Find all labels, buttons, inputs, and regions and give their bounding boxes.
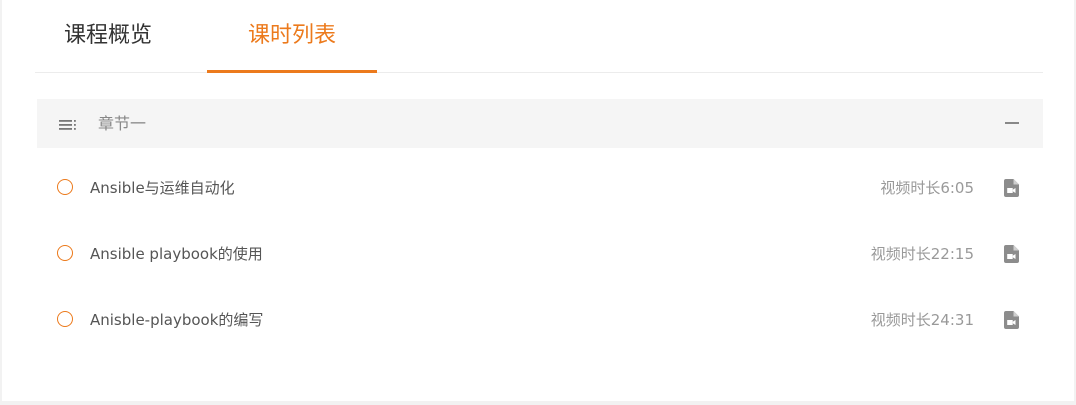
course-card: 课程概览 课时列表 章节一 Ansible与运维自动化 视频时长6:05 Ans… (2, 0, 1074, 401)
lesson-duration: 视频时长22:15 (870, 245, 974, 263)
tab-lesson-list[interactable]: 课时列表 (207, 0, 377, 73)
progress-circle-icon (57, 311, 73, 327)
video-file-icon[interactable] (1004, 311, 1019, 329)
lesson-title: Ansible与运维自动化 (90, 179, 235, 197)
progress-circle-icon (57, 179, 73, 195)
chapter-title: 章节一 (98, 114, 147, 133)
lesson-duration: 视频时长24:31 (870, 311, 974, 329)
course-tabs: 课程概览 课时列表 (35, 0, 1043, 73)
progress-circle-icon (57, 245, 73, 261)
list-menu-icon (59, 120, 76, 130)
minus-icon[interactable] (1005, 122, 1019, 124)
lesson-duration: 视频时长6:05 (880, 179, 974, 197)
tab-course-overview-label: 课程概览 (63, 23, 152, 48)
video-file-icon[interactable] (1004, 179, 1019, 197)
lesson-row[interactable]: Ansible playbook的使用 视频时长22:15 (37, 229, 1043, 279)
lesson-row[interactable]: Anisble-playbook的编写 视频时长24:31 (37, 295, 1043, 345)
tab-lesson-list-label: 课时列表 (247, 23, 336, 48)
video-file-icon[interactable] (1004, 245, 1019, 263)
tab-course-overview[interactable]: 课程概览 (49, 0, 167, 72)
chapter-header[interactable]: 章节一 (37, 99, 1043, 148)
lesson-title: Anisble-playbook的编写 (90, 311, 264, 329)
active-tab-indicator (207, 70, 377, 73)
lesson-title: Ansible playbook的使用 (90, 245, 263, 263)
lesson-row[interactable]: Ansible与运维自动化 视频时长6:05 (37, 163, 1043, 213)
